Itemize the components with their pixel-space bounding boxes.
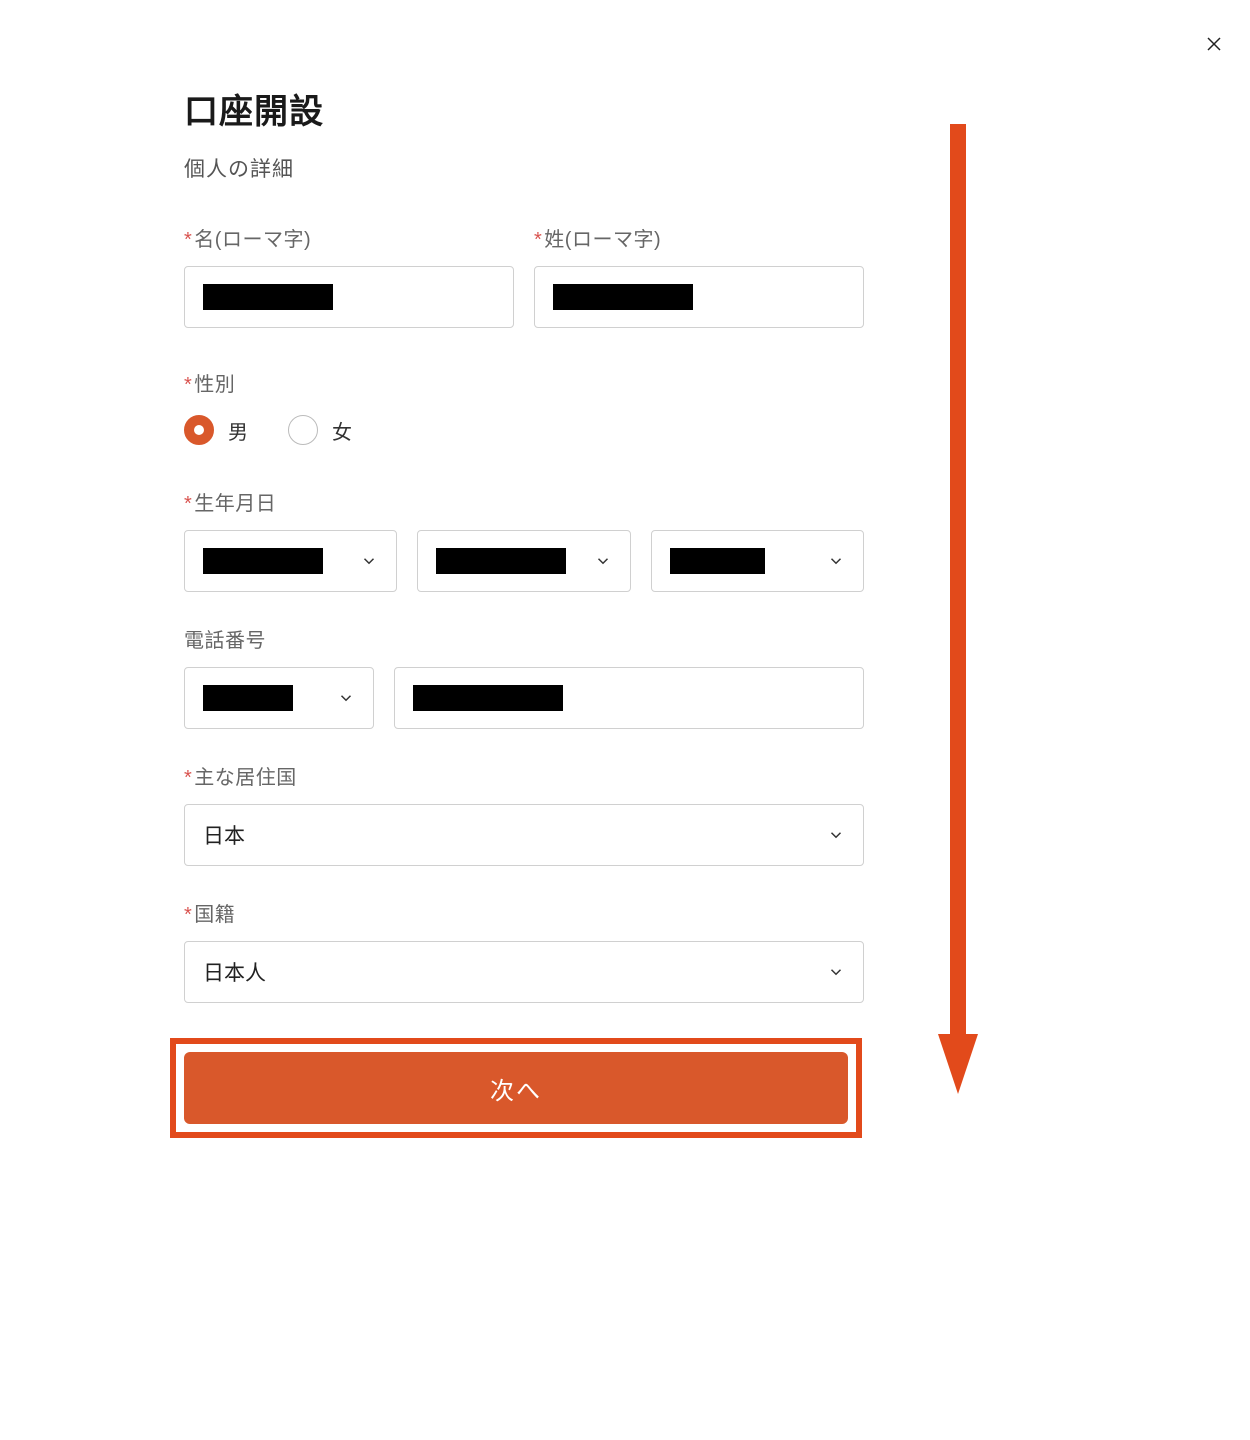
required-mark: * (534, 229, 542, 251)
chevron-down-icon (360, 552, 378, 570)
gender-female-label: 女 (332, 416, 352, 445)
first-name-label-text: 名(ローマ字) (194, 229, 311, 251)
residence-select[interactable]: 日本 (184, 804, 864, 866)
first-name-input[interactable] (184, 266, 514, 328)
residence-label: *主な居住国 (184, 761, 864, 790)
gender-label-text: 性別 (194, 374, 235, 396)
redacted-value (413, 685, 563, 711)
close-button[interactable] (1202, 32, 1226, 56)
first-name-label: *名(ローマ字) (184, 223, 514, 252)
page-subtitle: 個人の詳細 (184, 153, 864, 183)
gender-male-radio[interactable]: 男 (184, 415, 248, 445)
phone-country-select[interactable] (184, 667, 374, 729)
required-mark: * (184, 229, 192, 251)
gender-label: *性別 (184, 368, 864, 397)
dob-part2-select[interactable] (417, 530, 630, 592)
required-mark: * (184, 374, 192, 396)
nationality-select[interactable]: 日本人 (184, 941, 864, 1003)
radio-selected-icon (184, 415, 214, 445)
chevron-down-icon (827, 963, 845, 981)
nationality-label: *国籍 (184, 898, 864, 927)
gender-female-radio[interactable]: 女 (288, 415, 352, 445)
phone-number-input[interactable] (394, 667, 864, 729)
nationality-value: 日本人 (203, 957, 266, 987)
account-form: 口座開設 個人の詳細 *名(ローマ字) *姓(ローマ字) *性別 (184, 0, 864, 1003)
required-mark: * (184, 767, 192, 789)
radio-unselected-icon (288, 415, 318, 445)
dob-label: *生年月日 (184, 487, 864, 516)
dob-part3-select[interactable] (651, 530, 864, 592)
page-title: 口座開設 (184, 84, 864, 133)
nationality-label-text: 国籍 (194, 904, 235, 926)
dob-label-text: 生年月日 (194, 493, 276, 515)
dob-part1-select[interactable] (184, 530, 397, 592)
chevron-down-icon (594, 552, 612, 570)
phone-label: 電話番号 (184, 624, 864, 653)
last-name-input[interactable] (534, 266, 864, 328)
redacted-value (203, 685, 293, 711)
last-name-label-text: 姓(ローマ字) (544, 229, 661, 251)
next-button[interactable]: 次へ (184, 1052, 848, 1124)
chevron-down-icon (337, 689, 355, 707)
required-mark: * (184, 904, 192, 926)
next-button-highlight: 次へ (170, 1038, 862, 1138)
chevron-down-icon (827, 826, 845, 844)
last-name-label: *姓(ローマ字) (534, 223, 864, 252)
chevron-down-icon (827, 552, 845, 570)
redacted-value (203, 284, 333, 310)
required-mark: * (184, 493, 192, 515)
residence-value: 日本 (203, 820, 245, 850)
redacted-value (670, 548, 765, 574)
arrow-down-annotation (938, 124, 978, 1094)
redacted-value (203, 548, 323, 574)
redacted-value (553, 284, 693, 310)
gender-male-label: 男 (228, 416, 248, 445)
redacted-value (436, 548, 566, 574)
close-icon (1205, 35, 1223, 53)
residence-label-text: 主な居住国 (194, 767, 297, 789)
